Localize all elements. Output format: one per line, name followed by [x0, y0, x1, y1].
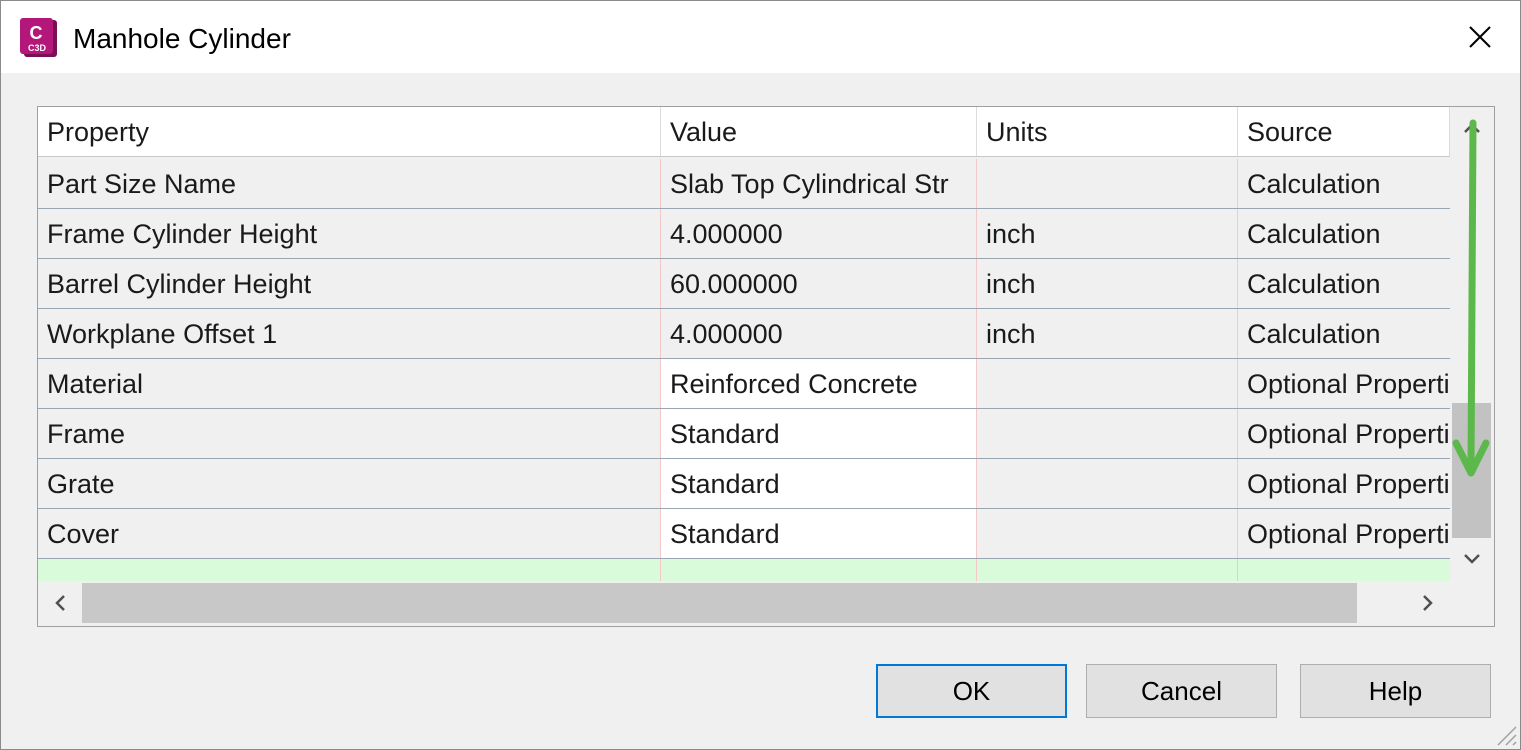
grid-body: Property Value Units Source Part Size Na… [38, 107, 1450, 581]
chevron-down-icon [1463, 554, 1480, 564]
scroll-right-arrow[interactable] [1406, 581, 1450, 625]
table-row[interactable]: Material Reinforced Concrete Optional Pr… [38, 359, 1450, 409]
chevron-right-icon [1423, 595, 1433, 611]
help-button[interactable]: Help [1300, 664, 1491, 718]
table-row[interactable]: Grate Standard Optional Properties [38, 459, 1450, 509]
table-row[interactable]: Barrel Cylinder Height 60.000000 inch Ca… [38, 259, 1450, 309]
property-cell: Cover [38, 509, 661, 558]
new-row-cell [38, 559, 661, 581]
title-bar: C C3D Manhole Cylinder [1, 1, 1520, 73]
svg-text:C: C [30, 23, 43, 43]
new-row-placeholder[interactable] [38, 559, 1450, 581]
ok-button[interactable]: OK [876, 664, 1067, 718]
column-header-units[interactable]: Units [977, 107, 1238, 156]
value-cell: 4.000000 [661, 309, 977, 358]
column-header-value[interactable]: Value [661, 107, 977, 156]
source-cell: Calculation [1247, 269, 1381, 299]
property-cell: Workplane Offset 1 [38, 309, 661, 358]
source-cell: Calculation [1247, 169, 1381, 199]
horizontal-scroll-thumb[interactable] [82, 583, 1357, 623]
property-cell: Barrel Cylinder Height [38, 259, 661, 308]
property-cell: Frame [38, 409, 661, 458]
svg-text:C3D: C3D [28, 43, 47, 53]
vertical-scrollbar[interactable] [1451, 107, 1492, 581]
new-row-cell [977, 559, 1238, 581]
column-header-source[interactable]: Source [1238, 107, 1450, 156]
value-cell: 4.000000 [661, 209, 977, 258]
source-cell: Calculation [1247, 319, 1381, 349]
window-title: Manhole Cylinder [73, 23, 291, 54]
property-cell: Frame Cylinder Height [38, 209, 661, 258]
source-cell: Optional Properties [1247, 419, 1450, 449]
value-cell: 60.000000 [661, 259, 977, 308]
property-cell: Grate [38, 459, 661, 508]
vertical-scroll-thumb[interactable] [1452, 403, 1491, 538]
chevron-left-icon [55, 595, 65, 611]
units-cell [977, 159, 1238, 208]
units-cell: inch [977, 309, 1238, 358]
scroll-up-arrow[interactable] [1451, 113, 1492, 143]
manhole-cylinder-dialog: C C3D Manhole Cylinder Property Value Un… [0, 0, 1521, 750]
value-cell: Slab Top Cylindrical Str [661, 159, 977, 208]
units-cell: inch [977, 209, 1238, 258]
new-row-cell [1238, 559, 1450, 581]
value-cell[interactable]: Standard [661, 509, 977, 558]
units-cell [977, 509, 1238, 558]
source-cell: Optional Properties [1247, 469, 1450, 499]
scroll-down-arrow[interactable] [1451, 544, 1492, 574]
units-cell: inch [977, 259, 1238, 308]
source-cell: Calculation [1247, 219, 1381, 249]
table-row[interactable]: Part Size Name Slab Top Cylindrical Str … [38, 159, 1450, 209]
table-row[interactable]: Workplane Offset 1 4.000000 inch Calcula… [38, 309, 1450, 359]
civil3d-app-icon: C C3D [20, 18, 57, 57]
units-cell [977, 409, 1238, 458]
horizontal-scrollbar[interactable] [38, 581, 1450, 625]
chevron-up-icon [1463, 123, 1480, 133]
table-row[interactable]: Frame Standard Optional Properties [38, 409, 1450, 459]
properties-grid[interactable]: Property Value Units Source Part Size Na… [37, 106, 1495, 627]
property-cell: Part Size Name [38, 159, 661, 208]
source-cell: Optional Properties [1247, 369, 1450, 399]
source-cell: Optional Properties [1247, 519, 1450, 549]
table-row[interactable]: Cover Standard Optional Properties [38, 509, 1450, 559]
units-cell [977, 459, 1238, 508]
property-cell: Material [38, 359, 661, 408]
units-cell [977, 359, 1238, 408]
value-cell[interactable]: Reinforced Concrete [661, 359, 977, 408]
table-row[interactable]: Frame Cylinder Height 4.000000 inch Calc… [38, 209, 1450, 259]
close-icon [1469, 26, 1491, 48]
value-cell[interactable]: Standard [661, 409, 977, 458]
value-cell[interactable]: Standard [661, 459, 977, 508]
column-header-property[interactable]: Property [38, 107, 661, 156]
grid-header-row: Property Value Units Source [38, 107, 1450, 157]
cancel-button[interactable]: Cancel [1086, 664, 1277, 718]
resize-grip-icon[interactable] [1488, 717, 1518, 747]
new-row-cell [661, 559, 977, 581]
close-button[interactable] [1441, 1, 1519, 73]
scroll-left-arrow[interactable] [38, 581, 82, 625]
